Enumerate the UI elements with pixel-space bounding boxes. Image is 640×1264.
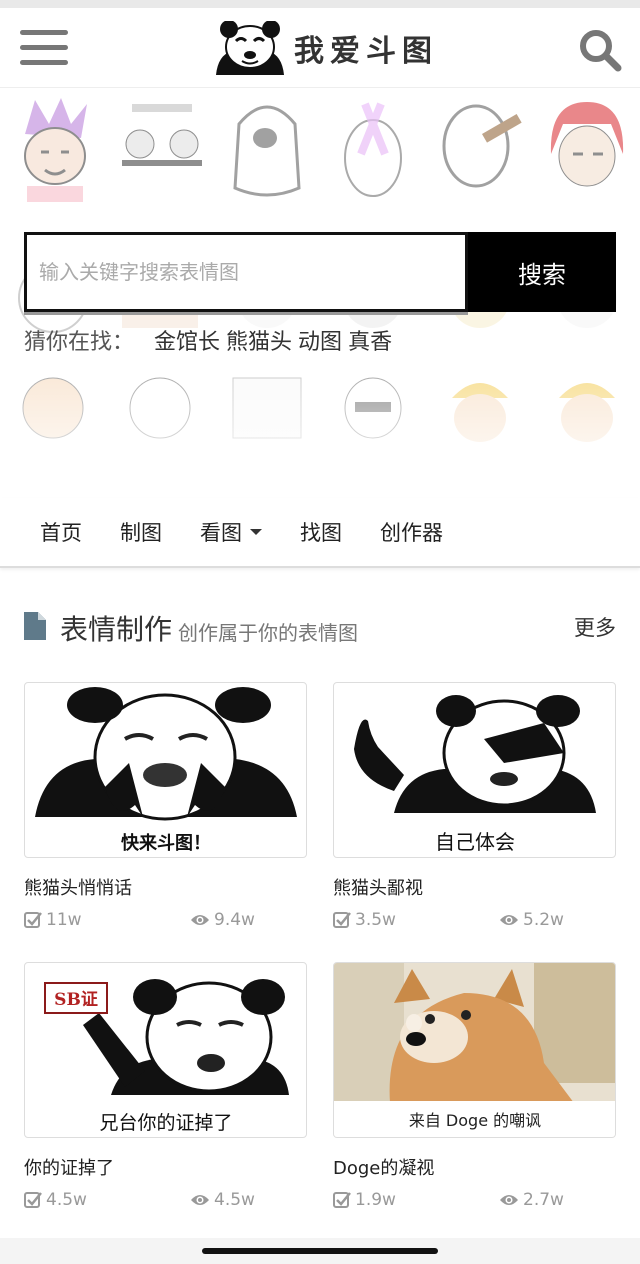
panda-disdain-image: 自己体会 bbox=[354, 695, 596, 854]
section-title: 表情制作 bbox=[60, 613, 173, 646]
panda-logo-icon bbox=[216, 21, 284, 75]
meme-redhair-icon bbox=[550, 102, 623, 187]
eye-icon bbox=[500, 1195, 518, 1205]
view-stat: 9.4w bbox=[190, 910, 255, 930]
card-stats: 4.5w 4.5w bbox=[24, 1190, 307, 1214]
suggested-keywords: 猜你在找： 金馆长 熊猫头 动图 真香 bbox=[24, 324, 392, 356]
panda-whisper-image: 快来斗图！ bbox=[35, 687, 297, 854]
meme-caption: 兄台你的证掉了 bbox=[99, 1112, 232, 1134]
section-subtitle: 创作属于你的表情图 bbox=[178, 621, 359, 645]
keyword-link[interactable]: 金馆长 bbox=[154, 324, 220, 356]
caret-down-icon bbox=[250, 529, 262, 535]
like-count: 4.5w bbox=[46, 1190, 87, 1210]
keyword-link[interactable]: 熊猫头 bbox=[226, 324, 292, 356]
meme-thumbnail[interactable]: SB证 兄台你的证掉了 bbox=[24, 962, 307, 1138]
search-input[interactable] bbox=[39, 260, 465, 284]
like-count: 1.9w bbox=[355, 1190, 396, 1210]
card-title[interactable]: Doge的凝视 bbox=[333, 1154, 616, 1180]
like-stat: 1.9w bbox=[333, 1190, 396, 1210]
meme-card: 自己体会 熊猫头鄙视 3.5w 5.2w bbox=[333, 682, 616, 934]
meme-guitar-icon bbox=[442, 104, 522, 188]
nav-make[interactable]: 制图 bbox=[120, 517, 162, 547]
nav-browse-label: 看图 bbox=[200, 521, 242, 545]
meme-card: SB证 兄台你的证掉了 你的证掉了 4.5w 4.5w bbox=[24, 962, 307, 1214]
guess-label: 猜你在找： bbox=[24, 330, 135, 355]
meme-badge: SB证 bbox=[54, 990, 98, 1010]
view-stat: 5.2w bbox=[499, 910, 564, 930]
section-header: 表情制作 创作属于你的表情图 更多 bbox=[24, 604, 616, 648]
panda-id-image: SB证 兄台你的证掉了 bbox=[44, 979, 289, 1134]
meme-thumbnail[interactable]: 自己体会 bbox=[333, 682, 616, 858]
like-count: 11w bbox=[46, 910, 82, 930]
meme-egg-icon bbox=[344, 102, 403, 197]
view-stat: 4.5w bbox=[190, 1190, 255, 1210]
check-square-icon bbox=[24, 1192, 42, 1208]
like-stat: 3.5w bbox=[333, 910, 396, 930]
document-icon bbox=[24, 612, 46, 640]
meme-collage-row bbox=[0, 94, 640, 204]
check-square-icon bbox=[333, 912, 351, 928]
like-stat: 11w bbox=[24, 910, 82, 930]
meme-card: 快来斗图！ 熊猫头悄悄话 11w 9.4w bbox=[24, 682, 307, 934]
card-title[interactable]: 熊猫头鄙视 bbox=[333, 874, 616, 900]
card-title[interactable]: 你的证掉了 bbox=[24, 1154, 307, 1180]
eye-icon bbox=[500, 915, 518, 925]
meme-caption: 快来斗图！ bbox=[121, 832, 211, 854]
meme-face-icon bbox=[24, 98, 88, 202]
meme-card: 来自 Doge 的嘲讽 Doge的凝视 1.9w 2.7w bbox=[333, 962, 616, 1214]
card-stats: 3.5w 5.2w bbox=[333, 910, 616, 934]
view-stat: 2.7w bbox=[499, 1190, 564, 1210]
check-square-icon bbox=[24, 912, 42, 928]
more-link[interactable]: 更多 bbox=[574, 612, 616, 642]
status-strip bbox=[0, 0, 640, 8]
nav-creator[interactable]: 创作器 bbox=[380, 517, 443, 547]
card-title[interactable]: 熊猫头悄悄话 bbox=[24, 874, 307, 900]
eye-icon bbox=[191, 915, 209, 925]
like-count: 3.5w bbox=[355, 910, 396, 930]
view-count: 4.5w bbox=[214, 1190, 255, 1210]
view-count: 5.2w bbox=[523, 910, 564, 930]
nav-find[interactable]: 找图 bbox=[300, 517, 342, 547]
card-stats: 11w 9.4w bbox=[24, 910, 307, 934]
eye-icon bbox=[191, 1195, 209, 1205]
doge-image: 来自 Doge 的嘲讽 bbox=[334, 963, 615, 1137]
hero-banner: 搜索 猜你在找： 金馆长 熊猫头 动图 真香 bbox=[0, 88, 640, 498]
view-count: 9.4w bbox=[214, 910, 255, 930]
meme-thumbnail[interactable]: 来自 Doge 的嘲讽 bbox=[333, 962, 616, 1138]
hero-search: 搜索 bbox=[24, 232, 616, 312]
hero-fade bbox=[0, 358, 640, 498]
meme-panda-icon bbox=[121, 104, 202, 166]
nav-home[interactable]: 首页 bbox=[40, 517, 82, 547]
meme-caption: 来自 Doge 的嘲讽 bbox=[409, 1111, 541, 1130]
site-logo[interactable]: 我爱斗图 bbox=[212, 20, 438, 76]
nav-browse[interactable]: 看图 bbox=[200, 517, 262, 547]
meme-thumbnail[interactable]: 快来斗图！ bbox=[24, 682, 307, 858]
keyword-link[interactable]: 动图 bbox=[298, 324, 342, 356]
magnifier-icon[interactable] bbox=[576, 26, 624, 74]
view-count: 2.7w bbox=[523, 1190, 564, 1210]
search-field[interactable] bbox=[24, 232, 468, 312]
card-stats: 1.9w 2.7w bbox=[333, 1190, 616, 1214]
meme-blob-icon bbox=[233, 105, 301, 197]
site-name: 我爱斗图 bbox=[294, 34, 438, 69]
meme-caption: 自己体会 bbox=[435, 830, 515, 854]
hamburger-menu-icon[interactable] bbox=[20, 30, 70, 68]
like-stat: 4.5w bbox=[24, 1190, 87, 1210]
keyword-link[interactable]: 真香 bbox=[348, 324, 392, 356]
main-nav: 首页 制图 看图 找图 创作器 bbox=[0, 498, 640, 568]
top-bar: 我爱斗图 bbox=[0, 8, 640, 88]
search-button[interactable]: 搜索 bbox=[468, 232, 616, 312]
check-square-icon bbox=[333, 1192, 351, 1208]
home-indicator[interactable] bbox=[202, 1248, 438, 1254]
